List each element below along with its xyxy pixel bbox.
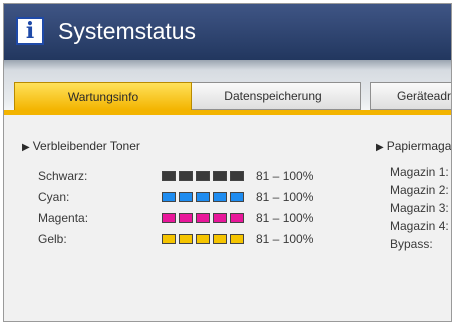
toner-level-segment [179, 213, 193, 223]
title-bar: i Systemstatus [4, 4, 451, 60]
toner-level-segment [230, 234, 244, 244]
toner-color-label: Gelb: [38, 232, 67, 246]
paper-heading-label: Papiermaga [386, 139, 452, 153]
toner-level-segment [179, 171, 193, 181]
toner-level-segment [196, 192, 210, 202]
status-window: i Systemstatus Geräteadr Datenspeicherun… [3, 3, 452, 322]
tab-geraeteadresse[interactable]: Geräteadr [370, 82, 451, 110]
toner-level-segment [162, 192, 176, 202]
triangle-right-icon: ▶ [22, 142, 30, 153]
toner-level-segment [196, 234, 210, 244]
toner-level-segment [179, 192, 193, 202]
paper-heading: ▶ Papiermaga [376, 139, 451, 153]
toner-level-segment [213, 213, 227, 223]
info-icon: i [16, 17, 44, 45]
toner-level-segment [162, 171, 176, 181]
toner-level-segment [230, 192, 244, 202]
toner-color-label: Schwarz: [38, 169, 88, 183]
toner-level-value: 81 – 100% [256, 211, 314, 225]
tab-datenspeicherung[interactable]: Datenspeicherung [185, 82, 361, 110]
toner-level-segment [213, 234, 227, 244]
paper-tray-label: Bypass: [390, 237, 433, 251]
toner-level-segment [213, 171, 227, 181]
tab-wartungsinfo[interactable]: Wartungsinfo [14, 82, 192, 110]
toner-level-segment [162, 213, 176, 223]
paper-tray-label: Magazin 2: [390, 183, 449, 197]
toner-level-segment [179, 234, 193, 244]
toner-level-indicator [162, 213, 244, 223]
toner-level-indicator [162, 234, 244, 244]
toner-level-value: 81 – 100% [256, 232, 314, 246]
toner-level-segment [196, 171, 210, 181]
toner-level-segment [230, 213, 244, 223]
toner-level-value: 81 – 100% [256, 169, 314, 183]
paper-tray-label: Magazin 1: [390, 165, 449, 179]
paper-tray-label: Magazin 4: [390, 219, 449, 233]
toner-level-segment [213, 192, 227, 202]
toner-level-value: 81 – 100% [256, 190, 314, 204]
toner-color-label: Magenta: [38, 211, 89, 225]
toner-level-indicator [162, 171, 244, 181]
toner-heading: ▶ Verbleibender Toner [22, 139, 140, 153]
toner-heading-label: Verbleibender Toner [32, 139, 140, 153]
page-title: Systemstatus [58, 18, 197, 44]
toner-level-segment [162, 234, 176, 244]
tab-content: ▶ Verbleibender Toner Schwarz: 81 – 100% Cy… [4, 115, 451, 321]
toner-level-indicator [162, 192, 244, 202]
toner-color-label: Cyan: [38, 190, 70, 204]
toner-level-segment [230, 171, 244, 181]
paper-tray-label: Magazin 3: [390, 201, 449, 215]
triangle-right-icon: ▶ [376, 142, 384, 153]
toner-level-segment [196, 213, 210, 223]
